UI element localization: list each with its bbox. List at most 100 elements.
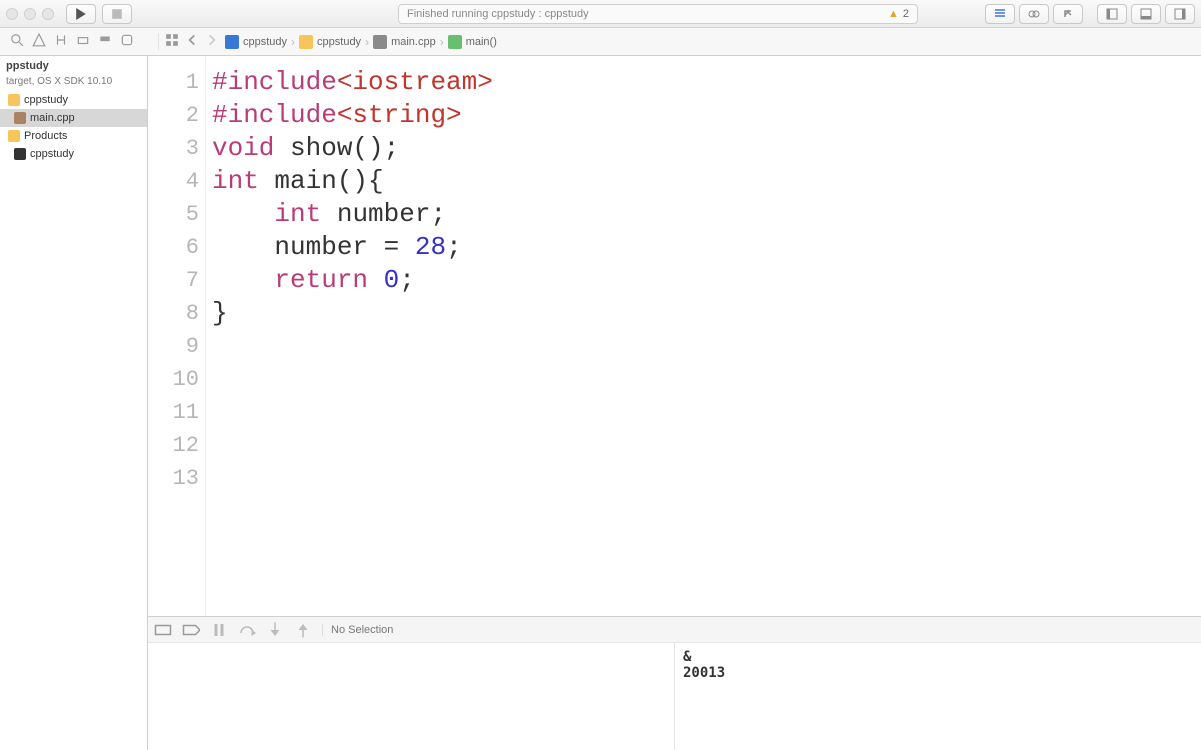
code-token: [212, 199, 274, 229]
navigator-title: ppstudy: [0, 56, 147, 76]
related-items-icon[interactable]: [165, 33, 179, 50]
line-number: 10: [148, 363, 199, 396]
sidebar-item[interactable]: Products: [0, 127, 147, 145]
issues-icon[interactable]: [32, 33, 46, 50]
code-line[interactable]: number = 28;: [212, 231, 1201, 264]
standard-editor-button[interactable]: [985, 4, 1015, 24]
folder-icon: [299, 35, 313, 49]
project-icon: [225, 35, 239, 49]
code-line[interactable]: #include<string>: [212, 99, 1201, 132]
bottom-panel-toggle[interactable]: [1131, 4, 1161, 24]
code-line[interactable]: int number;: [212, 198, 1201, 231]
code-line[interactable]: void show();: [212, 132, 1201, 165]
project-navigator: ppstudy target, OS X SDK 10.10 cppstudy m…: [0, 56, 148, 750]
code-line[interactable]: #include<iostream>: [212, 66, 1201, 99]
search-icon[interactable]: [10, 33, 24, 50]
step-over-icon[interactable]: [238, 621, 256, 639]
console-line: 20013: [683, 665, 1193, 681]
breadcrumb-folder[interactable]: cppstudy: [299, 35, 361, 49]
code-token: ;: [399, 265, 415, 295]
minimize-window-icon[interactable]: [24, 8, 36, 20]
version-editor-button[interactable]: [1053, 4, 1083, 24]
code-editor[interactable]: 12345678910111213 #include<iostream>#inc…: [148, 56, 1201, 616]
console-output[interactable]: & 20013: [674, 643, 1201, 750]
status-warnings[interactable]: ▲ 2: [888, 8, 909, 20]
breakpoint-icon[interactable]: [98, 33, 112, 50]
sidebar-item-label: cppstudy: [30, 148, 74, 160]
sidebar-item[interactable]: cppstudy: [0, 91, 147, 109]
line-number: 8: [148, 297, 199, 330]
pause-icon[interactable]: [210, 621, 228, 639]
variables-view-icon[interactable]: [154, 621, 172, 639]
code-token: main(){: [259, 166, 384, 196]
assistant-editor-button[interactable]: [1019, 4, 1049, 24]
code-token: 28: [415, 232, 446, 262]
code-token: #include: [212, 67, 337, 97]
line-number: 5: [148, 198, 199, 231]
breadcrumb-symbol[interactable]: main(): [448, 35, 497, 49]
code-token: #include: [212, 100, 337, 130]
line-number: 3: [148, 132, 199, 165]
code-token: [368, 265, 384, 295]
debug-bar: No Selection: [148, 616, 1201, 642]
line-number: 2: [148, 99, 199, 132]
variables-pane[interactable]: [148, 643, 674, 750]
code-token: [212, 265, 274, 295]
chevron-right-icon: ›: [365, 35, 369, 49]
nav-forward-icon[interactable]: [205, 33, 219, 50]
line-number: 1: [148, 66, 199, 99]
line-gutter: 12345678910111213: [148, 56, 206, 616]
step-out-icon[interactable]: [294, 621, 312, 639]
right-panel-toggle[interactable]: [1165, 4, 1195, 24]
code-token: void: [212, 133, 274, 163]
code-token: }: [212, 298, 228, 328]
breadcrumb-file[interactable]: main.cpp: [373, 35, 436, 49]
term-icon: [14, 148, 26, 160]
chevron-right-icon: ›: [440, 35, 444, 49]
code-token: show();: [274, 133, 399, 163]
code-token: <iostream>: [337, 67, 493, 97]
main-toolbar: Finished running cppstudy : cppstudy ▲ 2: [0, 0, 1201, 28]
code-line[interactable]: }: [212, 297, 1201, 330]
line-number: 9: [148, 330, 199, 363]
editor-mode-buttons: [985, 4, 1083, 24]
scm-icon[interactable]: [54, 33, 68, 50]
zoom-window-icon[interactable]: [42, 8, 54, 20]
code-token: int: [212, 166, 259, 196]
breakpoints-toggle-icon[interactable]: [182, 621, 200, 639]
sidebar-item[interactable]: main.cpp: [0, 109, 147, 127]
debug-icon[interactable]: [76, 33, 90, 50]
breadcrumb-file-label: main.cpp: [391, 36, 436, 48]
panel-toggle-buttons: [1097, 4, 1195, 24]
code-token: return: [274, 265, 368, 295]
navigator-subtitle: target, OS X SDK 10.10: [0, 76, 147, 91]
code-token: int: [274, 199, 321, 229]
code-line[interactable]: int main(){: [212, 165, 1201, 198]
main-body: ppstudy target, OS X SDK 10.10 cppstudy m…: [0, 56, 1201, 750]
nav-back-icon[interactable]: [185, 33, 199, 50]
navigator-selector: [4, 33, 152, 50]
debug-selection-text: No Selection: [322, 624, 393, 636]
line-number: 4: [148, 165, 199, 198]
step-into-icon[interactable]: [266, 621, 284, 639]
sidebar-item-label: main.cpp: [30, 112, 75, 124]
log-icon[interactable]: [120, 33, 134, 50]
console-line: &: [683, 649, 1193, 665]
line-number: 13: [148, 462, 199, 495]
stop-button[interactable]: [102, 4, 132, 24]
line-number: 6: [148, 231, 199, 264]
code-line[interactable]: return 0;: [212, 264, 1201, 297]
breadcrumb-symbol-label: main(): [466, 36, 497, 48]
breadcrumb-project[interactable]: cppstudy: [225, 35, 287, 49]
left-panel-toggle[interactable]: [1097, 4, 1127, 24]
line-number: 11: [148, 396, 199, 429]
breadcrumb-project-label: cppstudy: [243, 36, 287, 48]
editor-wrap: 12345678910111213 #include<iostream>#inc…: [148, 56, 1201, 750]
sidebar-item[interactable]: cppstudy: [0, 145, 147, 163]
sidebar-item-label: cppstudy: [24, 94, 68, 106]
sidebar-item-label: Products: [24, 130, 67, 142]
close-window-icon[interactable]: [6, 8, 18, 20]
code-area[interactable]: #include<iostream>#include<string>void s…: [206, 56, 1201, 616]
run-button[interactable]: [66, 4, 96, 24]
line-number: 12: [148, 429, 199, 462]
